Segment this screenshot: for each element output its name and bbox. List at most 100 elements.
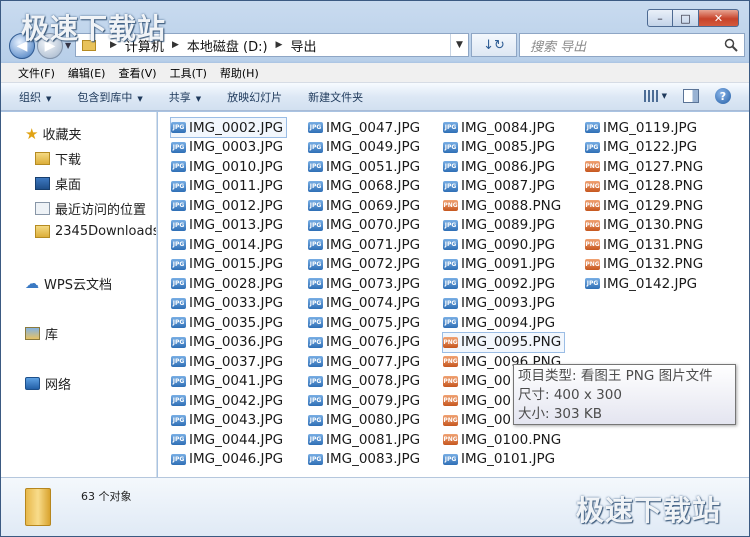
file-item[interactable]: JPG IMG_0122.JPG xyxy=(585,138,697,157)
file-item[interactable]: JPG IMG_0037.JPG xyxy=(171,352,283,371)
file-item[interactable]: JPG IMG_0075.JPG xyxy=(308,313,420,332)
file-item[interactable]: JPG IMG_0049.JPG xyxy=(308,138,420,157)
file-item[interactable]: PNG IMG_0128.PNG xyxy=(585,177,703,196)
file-item[interactable]: JPG IMG_0035.JPG xyxy=(171,313,283,332)
file-item[interactable]: JPG IMG_0086.JPG xyxy=(443,157,555,176)
file-item[interactable]: JPG IMG_0119.JPG xyxy=(585,118,697,137)
file-item[interactable]: JPG IMG_0011.JPG xyxy=(171,177,283,196)
explorer-window: – □ ✕ ◀ ▶ ▼ ▶ 计算机 ▶ 本地磁盘 (D:) ▶ 导出 ▼ ↓↻ … xyxy=(0,0,750,537)
menu-view[interactable]: 查看(V) xyxy=(113,65,164,81)
file-item[interactable]: JPG IMG_0092.JPG xyxy=(443,274,555,293)
file-item[interactable]: JPG IMG_0002.JPG xyxy=(169,117,288,138)
refresh-button[interactable]: ↓↻ xyxy=(471,33,517,57)
include-in-library-button[interactable]: 包含到库中 ▼ xyxy=(77,89,142,105)
file-item[interactable]: JPG IMG_0080.JPG xyxy=(308,411,420,430)
file-item[interactable]: JPG IMG_0069.JPG xyxy=(308,196,420,215)
file-item[interactable]: PNG IMG_0129.PNG xyxy=(585,196,703,215)
nav-recent-places[interactable]: 最近访问的位置 xyxy=(35,199,146,218)
file-item[interactable]: JPG IMG_0043.JPG xyxy=(171,411,283,430)
file-item[interactable]: JPG IMG_0041.JPG xyxy=(171,372,283,391)
file-item[interactable]: JPG IMG_0015.JPG xyxy=(171,255,283,274)
nav-desktop[interactable]: 桌面 xyxy=(35,174,81,193)
nav-downloads[interactable]: 下载 xyxy=(35,149,81,168)
file-item[interactable]: PNG IMG_0095.PNG xyxy=(441,331,566,353)
maximize-button[interactable]: □ xyxy=(673,9,699,27)
file-item[interactable]: JPG IMG_0072.JPG xyxy=(308,255,420,274)
file-item[interactable]: JPG IMG_0073.JPG xyxy=(308,274,420,293)
file-item[interactable]: JPG IMG_0081.JPG xyxy=(308,430,420,449)
address-dropdown-icon[interactable]: ▼ xyxy=(450,34,468,56)
file-item[interactable]: JPG IMG_0028.JPG xyxy=(171,274,283,293)
file-name: IMG_0073.JPG xyxy=(326,275,421,292)
nav-wps-cloud[interactable]: ☁ WPS云文档 xyxy=(25,274,112,294)
file-item[interactable]: JPG IMG_0051.JPG xyxy=(308,157,420,176)
file-item[interactable]: JPG IMG_0068.JPG xyxy=(308,177,420,196)
search-icon[interactable] xyxy=(724,38,738,52)
chevron-right-icon[interactable]: ▶ xyxy=(172,40,179,50)
file-item[interactable]: JPG IMG_0036.JPG xyxy=(171,333,283,352)
file-item[interactable]: JPG IMG_0091.JPG xyxy=(443,255,555,274)
nav-2345downloads[interactable]: 2345Downloads xyxy=(35,224,156,239)
nav-network[interactable]: 网络 xyxy=(25,374,71,393)
file-item[interactable]: JPG IMG_0047.JPG xyxy=(308,118,420,137)
file-item[interactable]: JPG IMG_0013.JPG xyxy=(171,216,283,235)
file-item[interactable]: JPG IMG_0078.JPG xyxy=(308,372,420,391)
file-item[interactable]: PNG IMG_00 xyxy=(443,391,511,410)
file-item[interactable]: JPG IMG_0085.JPG xyxy=(443,138,555,157)
change-view-button[interactable]: ▼ xyxy=(643,90,667,102)
file-item[interactable]: JPG IMG_0089.JPG xyxy=(443,216,555,235)
file-item[interactable]: JPG IMG_0094.JPG xyxy=(443,313,555,332)
file-item[interactable]: PNG IMG_0100.PNG xyxy=(443,430,561,449)
search-input[interactable]: 搜索 导出 xyxy=(519,33,745,57)
file-item[interactable]: JPG IMG_0090.JPG xyxy=(443,235,555,254)
file-item[interactable]: JPG IMG_0010.JPG xyxy=(171,157,283,176)
share-button[interactable]: 共享 ▼ xyxy=(169,89,201,105)
file-item[interactable]: PNG IMG_0088.PNG xyxy=(443,196,561,215)
file-item[interactable]: JPG IMG_0014.JPG xyxy=(171,235,283,254)
file-item[interactable]: JPG IMG_0087.JPG xyxy=(443,177,555,196)
file-item[interactable]: JPG IMG_0012.JPG xyxy=(171,196,283,215)
menu-help[interactable]: 帮助(H) xyxy=(215,65,267,81)
file-item[interactable]: PNG IMG_0132.PNG xyxy=(585,255,703,274)
file-item[interactable]: JPG IMG_0042.JPG xyxy=(171,391,283,410)
jpg-file-icon: JPG xyxy=(308,317,323,328)
breadcrumb-local-disk[interactable]: 本地磁盘 (D:) xyxy=(187,36,268,55)
chevron-down-icon[interactable]: ▼ xyxy=(662,92,667,100)
file-item[interactable]: JPG IMG_0083.JPG xyxy=(308,450,420,469)
breadcrumb-export[interactable]: 导出 xyxy=(290,36,316,55)
file-item[interactable]: JPG IMG_0003.JPG xyxy=(171,138,283,157)
minimize-button[interactable]: – xyxy=(647,9,673,27)
nav-favorites[interactable]: ★ 收藏夹 xyxy=(25,124,81,144)
file-item[interactable]: JPG IMG_0033.JPG xyxy=(171,294,283,313)
file-name: IMG_0101.JPG xyxy=(461,451,556,467)
file-item[interactable]: JPG IMG_0079.JPG xyxy=(308,391,420,410)
help-icon[interactable]: ? xyxy=(715,88,731,104)
preview-pane-icon[interactable] xyxy=(683,89,699,103)
file-item[interactable]: JPG IMG_0084.JPG xyxy=(443,118,555,137)
file-item[interactable]: JPG IMG_0142.JPG xyxy=(585,274,697,293)
file-item[interactable]: PNG IMG_0130.PNG xyxy=(585,216,703,235)
menu-tools[interactable]: 工具(T) xyxy=(165,65,215,81)
file-item[interactable]: JPG IMG_0077.JPG xyxy=(308,352,420,371)
file-item[interactable]: JPG IMG_0074.JPG xyxy=(308,294,420,313)
file-item[interactable]: PNG IMG_0131.PNG xyxy=(585,235,703,254)
file-item[interactable]: JPG IMG_0046.JPG xyxy=(171,450,283,469)
new-folder-button[interactable]: 新建文件夹 xyxy=(308,89,363,105)
file-item[interactable]: JPG IMG_0101.JPG xyxy=(443,450,555,469)
jpg-file-icon: JPG xyxy=(443,258,458,270)
file-item[interactable]: PNG IMG_0127.PNG xyxy=(585,157,703,176)
nav-libraries[interactable]: 库 xyxy=(25,324,58,343)
slideshow-button[interactable]: 放映幻灯片 xyxy=(227,89,282,105)
file-item[interactable]: JPG IMG_0070.JPG xyxy=(308,216,420,235)
file-item[interactable]: JPG IMG_0071.JPG xyxy=(308,235,420,254)
menu-edit[interactable]: 编辑(E) xyxy=(63,65,114,81)
menu-file[interactable]: 文件(F) xyxy=(13,65,63,81)
chevron-right-icon[interactable]: ▶ xyxy=(276,40,283,50)
organize-button[interactable]: 组织 ▼ xyxy=(19,89,51,105)
file-item[interactable]: JPG IMG_0044.JPG xyxy=(171,430,283,449)
file-item[interactable]: PNG IMG_00 xyxy=(443,411,511,430)
file-item[interactable]: PNG IMG_00 xyxy=(443,372,511,391)
file-item[interactable]: JPG IMG_0076.JPG xyxy=(308,333,420,352)
close-button[interactable]: ✕ xyxy=(699,9,739,27)
file-item[interactable]: JPG IMG_0093.JPG xyxy=(443,294,555,313)
